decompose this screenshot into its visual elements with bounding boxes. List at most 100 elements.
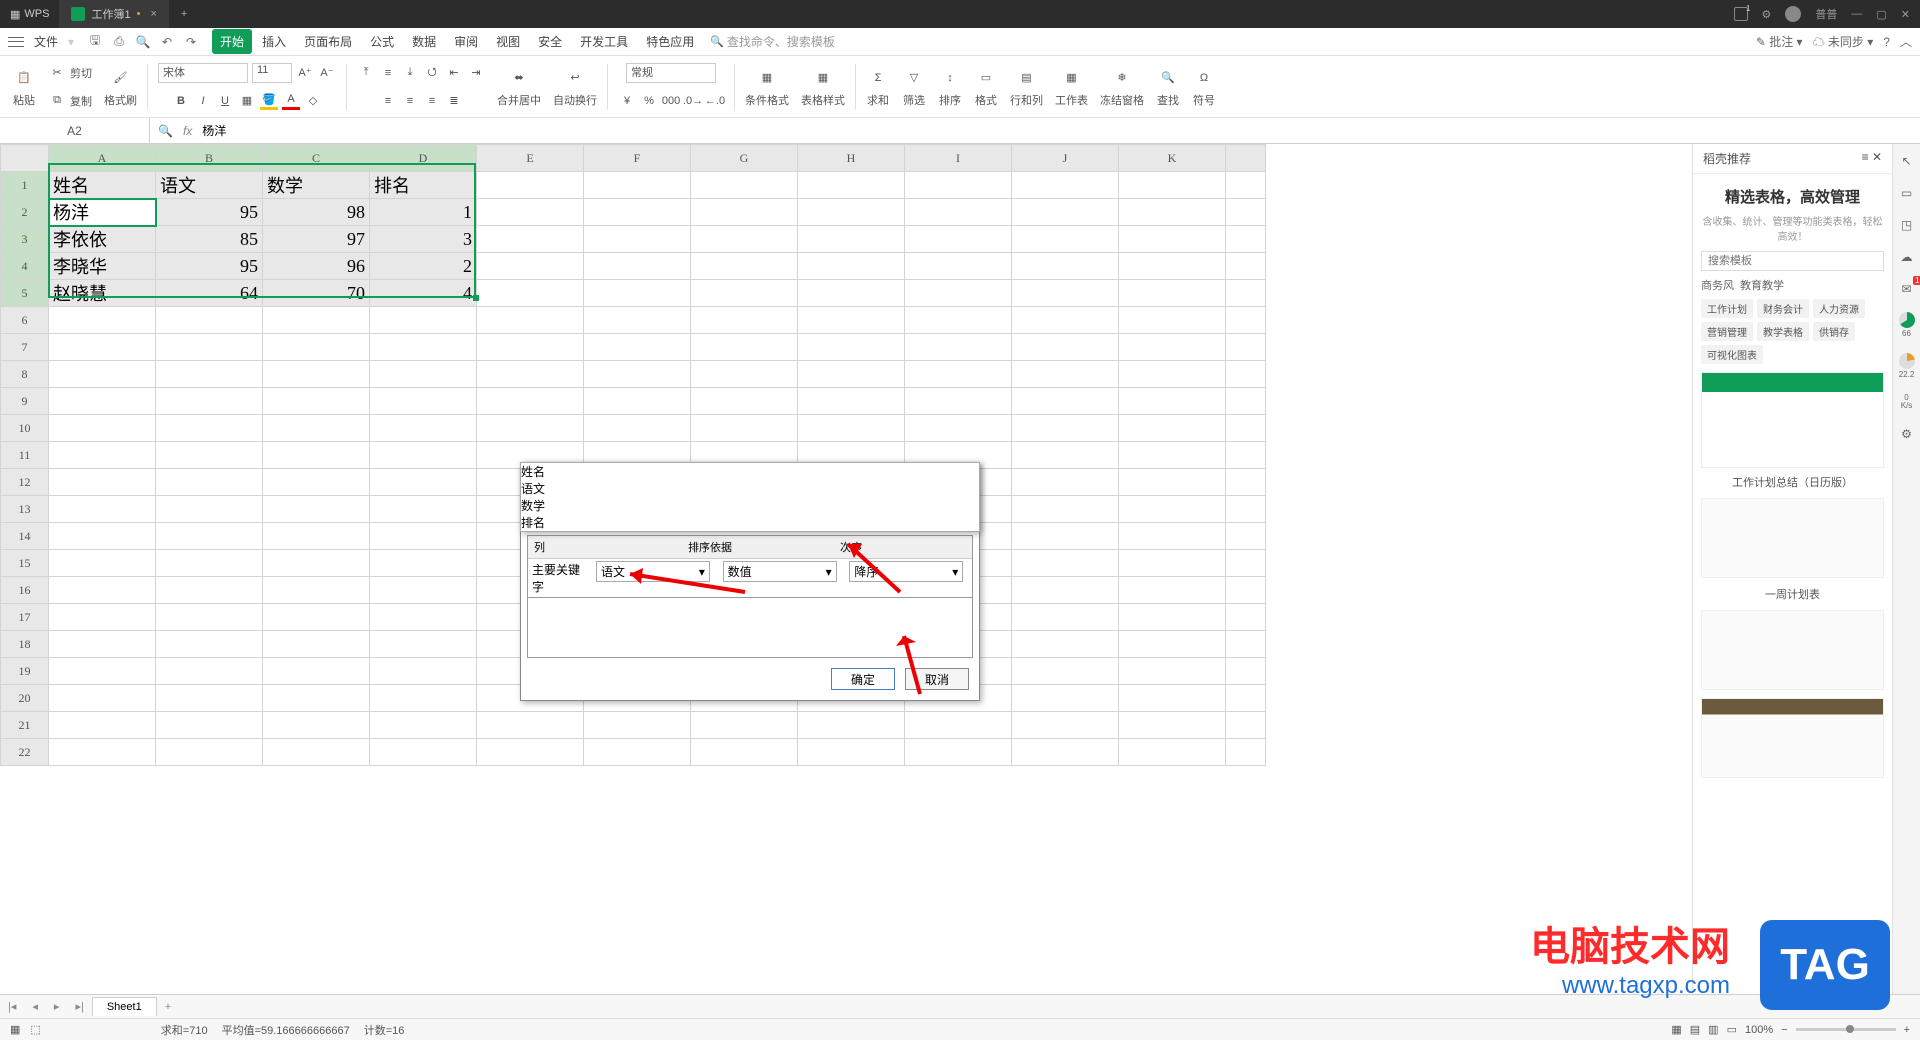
ok-button[interactable]: 确定 (831, 668, 895, 690)
cell[interactable] (49, 361, 156, 388)
ribbon-collapse-icon[interactable]: ︿ (1900, 33, 1912, 50)
column-header[interactable]: K (1119, 145, 1226, 172)
cell[interactable] (1119, 685, 1226, 712)
menu-review[interactable]: 审阅 (446, 29, 486, 54)
cell[interactable] (49, 658, 156, 685)
cell[interactable] (1012, 496, 1119, 523)
sheet-nav-next-icon[interactable]: ▸ (46, 1000, 68, 1013)
merge-center-button[interactable]: ⬌ 合并居中 (491, 64, 547, 110)
style-tab[interactable]: 教育教学 (1740, 277, 1784, 293)
select-all-corner[interactable] (1, 145, 49, 172)
cell[interactable] (905, 388, 1012, 415)
fill-color-icon[interactable]: 🪣 (260, 92, 278, 110)
cell[interactable] (1012, 253, 1119, 280)
command-search[interactable]: 查找命令、搜索模板 (710, 33, 835, 50)
cell[interactable] (905, 361, 1012, 388)
cell[interactable] (905, 226, 1012, 253)
cell[interactable] (905, 172, 1012, 199)
align-right-icon[interactable]: ≡ (423, 92, 441, 110)
row-header[interactable]: 19 (1, 658, 49, 685)
cell[interactable] (263, 712, 370, 739)
cut-icon[interactable]: ✂ (48, 64, 66, 82)
cell[interactable] (691, 712, 798, 739)
cell[interactable] (905, 307, 1012, 334)
settings-tool-icon[interactable]: ⚙ (1898, 425, 1916, 443)
row-header[interactable]: 7 (1, 334, 49, 361)
cell[interactable] (1119, 388, 1226, 415)
cell[interactable] (370, 577, 477, 604)
user-name[interactable]: 普普 (1815, 6, 1837, 22)
cell[interactable] (477, 307, 584, 334)
justify-icon[interactable]: ≣ (445, 92, 463, 110)
cell[interactable] (370, 442, 477, 469)
column-header[interactable]: D (370, 145, 477, 172)
cell[interactable] (263, 334, 370, 361)
cell[interactable]: 数学 (263, 172, 370, 199)
zoom-value[interactable]: 100% (1745, 1024, 1773, 1036)
status-grid-icon[interactable]: ▦ (10, 1023, 20, 1036)
cell[interactable] (691, 280, 798, 307)
percent-icon[interactable]: % (640, 92, 658, 110)
cell[interactable] (370, 523, 477, 550)
row-header[interactable]: 22 (1, 739, 49, 766)
dropdown-item[interactable]: 排名 (521, 514, 979, 531)
qat-preview-icon[interactable]: 🔍 (135, 34, 151, 50)
cell[interactable] (263, 550, 370, 577)
cell[interactable] (156, 496, 263, 523)
cell[interactable] (370, 631, 477, 658)
column-header[interactable]: G (691, 145, 798, 172)
cell[interactable] (1119, 631, 1226, 658)
window-close-icon[interactable]: ✕ (1901, 8, 1910, 21)
menu-file[interactable]: 文件 (26, 29, 66, 54)
template-tag[interactable]: 营销管理 (1701, 322, 1753, 341)
cell[interactable] (584, 253, 691, 280)
column-header[interactable]: C (263, 145, 370, 172)
cell[interactable] (263, 415, 370, 442)
cell[interactable] (156, 631, 263, 658)
number-format-combo[interactable]: 常规 (626, 63, 716, 83)
row-header[interactable]: 2 (1, 199, 49, 226)
cell[interactable] (1119, 658, 1226, 685)
cell[interactable]: 语文 (156, 172, 263, 199)
cell[interactable] (905, 712, 1012, 739)
cell[interactable] (49, 469, 156, 496)
dropdown-item[interactable]: 姓名 (521, 463, 979, 480)
view-page-icon[interactable]: ▤ (1690, 1023, 1700, 1036)
cell[interactable] (156, 550, 263, 577)
cell[interactable] (1012, 712, 1119, 739)
cell[interactable] (798, 415, 905, 442)
cell[interactable]: 李依依 (49, 226, 156, 253)
cell[interactable] (1119, 442, 1226, 469)
help-icon[interactable]: ? (1883, 35, 1890, 49)
sort-order-select[interactable]: 降序▾ (849, 561, 963, 582)
cell[interactable] (1012, 442, 1119, 469)
template-search-input[interactable] (1701, 251, 1884, 271)
row-header[interactable]: 18 (1, 631, 49, 658)
column-header[interactable]: E (477, 145, 584, 172)
rowcol-button[interactable]: ▤行和列 (1004, 64, 1049, 110)
cell[interactable] (156, 361, 263, 388)
template-tag[interactable]: 工作计划 (1701, 299, 1753, 318)
menu-security[interactable]: 安全 (530, 29, 570, 54)
cell[interactable] (1119, 415, 1226, 442)
cell[interactable] (263, 361, 370, 388)
row-header[interactable]: 14 (1, 523, 49, 550)
cell[interactable]: 70 (263, 280, 370, 307)
cell[interactable] (477, 253, 584, 280)
cell[interactable] (156, 442, 263, 469)
decrease-font-icon[interactable]: A⁻ (318, 64, 336, 82)
cell[interactable] (1012, 523, 1119, 550)
template-thumbnail[interactable] (1701, 698, 1884, 778)
cell[interactable]: 赵晓慧 (49, 280, 156, 307)
cell[interactable] (477, 388, 584, 415)
cell[interactable] (1012, 604, 1119, 631)
cell[interactable]: 姓名 (49, 172, 156, 199)
cell[interactable] (156, 388, 263, 415)
font-size-combo[interactable]: 11 (252, 63, 292, 83)
cell[interactable]: 97 (263, 226, 370, 253)
cell[interactable] (156, 712, 263, 739)
cell[interactable]: 85 (156, 226, 263, 253)
cell[interactable] (1119, 280, 1226, 307)
cell[interactable] (263, 523, 370, 550)
template-tag[interactable]: 人力资源 (1813, 299, 1865, 318)
